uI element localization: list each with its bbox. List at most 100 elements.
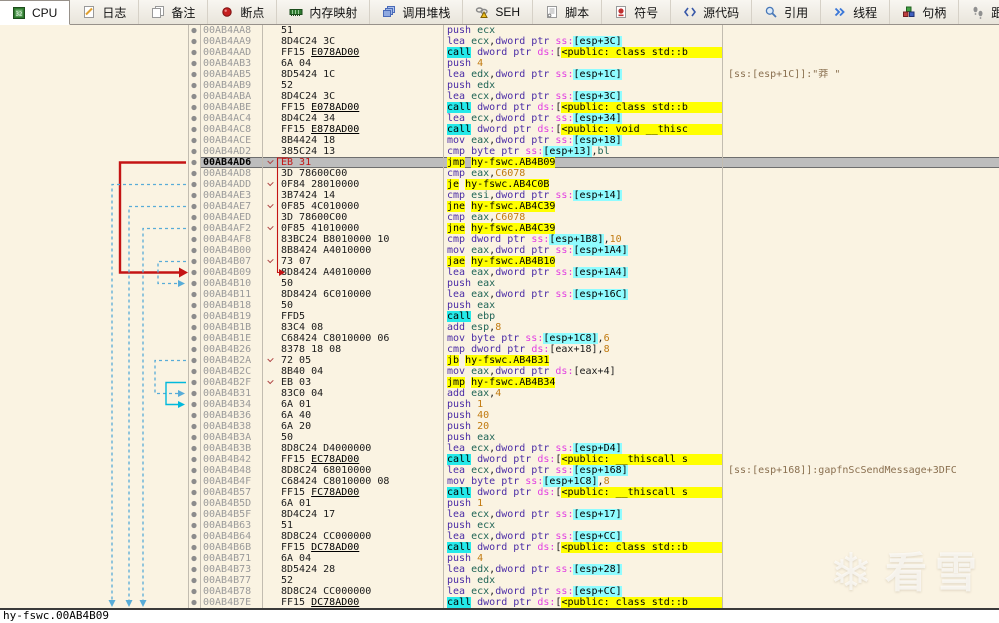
breakpoint-dot[interactable] bbox=[191, 335, 197, 342]
tab-script[interactable]: 脚本 bbox=[533, 0, 603, 24]
breakpoint-dot[interactable] bbox=[191, 60, 197, 67]
breakpoint-dot[interactable] bbox=[191, 412, 197, 419]
disasm-row[interactable]: 00AB4B1E C68424 C8010000 06 mov byte ptr s… bbox=[200, 333, 999, 344]
disasm-row[interactable]: 00AB4B63 51 push ecx bbox=[200, 520, 999, 531]
disasm-row[interactable]: 00AB4ADD 0F84 28010000 je hy-fswc.AB4C0B bbox=[200, 179, 999, 190]
disasm-row[interactable]: 00AB4B42 FF15 EC78AD00 call dword ptr ds:[… bbox=[200, 454, 999, 465]
disasm-row[interactable]: 00AB4AF8 83BC24 B8010000 10 cmp dword ptr … bbox=[200, 234, 999, 245]
breakpoint-dot[interactable] bbox=[191, 258, 197, 265]
tab-breakpoints[interactable]: 断点 bbox=[208, 0, 278, 24]
breakpoint-dot[interactable] bbox=[191, 467, 197, 474]
disasm-row[interactable]: 00AB4B64 8D8C24 CC000000 lea ecx,dword ptr… bbox=[200, 531, 999, 542]
disasm-row[interactable]: 00AB4B1B 83C4 08 add esp,8 bbox=[200, 322, 999, 333]
disasm-row[interactable]: 00AB4B11 8D8424 6C010000 lea eax,dword ptr… bbox=[200, 289, 999, 300]
breakpoint-dot[interactable] bbox=[191, 401, 197, 408]
breakpoint-dot[interactable] bbox=[191, 357, 197, 364]
disasm-row[interactable]: 00AB4AD6 EB 31 jmp hy-fswc.AB4B09 bbox=[200, 157, 999, 168]
disasm-row[interactable]: 00AB4AD2 385C24 13 cmp byte ptr ss:[esp+13… bbox=[200, 146, 999, 157]
breakpoint-dot[interactable] bbox=[191, 390, 197, 397]
disasm-row[interactable]: 00AB4ABA 8D4C24 3C lea ecx,dword ptr ss:[e… bbox=[200, 91, 999, 102]
disasm-row[interactable]: 00AB4AB9 52 push edx bbox=[200, 80, 999, 91]
disasm-row[interactable]: 00AB4B2A 72 05 jb hy-fswc.AB4B31 bbox=[200, 355, 999, 366]
disasm-row[interactable]: 00AB4AF2 0F85 41010000 jne hy-fswc.AB4C39 bbox=[200, 223, 999, 234]
breakpoint-dot[interactable] bbox=[191, 478, 197, 485]
breakpoint-dot[interactable] bbox=[191, 115, 197, 122]
tab-cpu[interactable]: 32 CPU bbox=[0, 0, 71, 25]
tab-memory-map[interactable]: 内存映射 bbox=[277, 0, 371, 24]
breakpoint-dot[interactable] bbox=[191, 423, 197, 430]
breakpoint-dot[interactable] bbox=[191, 522, 197, 529]
breakpoint-dot[interactable] bbox=[191, 214, 197, 221]
breakpoint-dot[interactable] bbox=[191, 247, 197, 254]
breakpoint-dot[interactable] bbox=[191, 324, 197, 331]
breakpoint-dot[interactable] bbox=[191, 170, 197, 177]
disasm-row[interactable]: 00AB4B3B 8D8C24 D4000000 lea ecx,dword ptr… bbox=[200, 443, 999, 454]
breakpoint-dot[interactable] bbox=[191, 599, 197, 606]
disasm-row[interactable]: 00AB4AB5 8D5424 1C lea edx,dword ptr ss:[e… bbox=[200, 69, 999, 80]
disasm-row[interactable]: 00AB4ABE FF15 E078AD00 call dword ptr ds:[… bbox=[200, 102, 999, 113]
breakpoint-dot[interactable] bbox=[191, 445, 197, 452]
breakpoint-dot[interactable] bbox=[191, 126, 197, 133]
tab-handles[interactable]: 句柄 bbox=[890, 0, 960, 24]
tab-notes[interactable]: 备注 bbox=[139, 0, 209, 24]
breakpoint-dot[interactable] bbox=[191, 511, 197, 518]
disasm-row[interactable]: 00AB4B57 FF15 FC78AD00 call dword ptr ds:[… bbox=[200, 487, 999, 498]
breakpoint-dot[interactable] bbox=[191, 346, 197, 353]
disasm-row[interactable]: 00AB4AC4 8D4C24 34 lea ecx,dword ptr ss:[e… bbox=[200, 113, 999, 124]
breakpoint-dot[interactable] bbox=[191, 302, 197, 309]
disasm-row[interactable]: 00AB4AA9 8D4C24 3C lea ecx,dword ptr ss:[e… bbox=[200, 36, 999, 47]
breakpoint-dot[interactable] bbox=[191, 148, 197, 155]
disasm-row[interactable]: 00AB4B09 8D8424 A4010000 lea eax,dword ptr… bbox=[200, 267, 999, 278]
disasm-row[interactable]: 00AB4B31 83C0 04 add eax,4 bbox=[200, 388, 999, 399]
disasm-row[interactable]: 00AB4B00 8B8424 A4010000 mov eax,dword ptr… bbox=[200, 245, 999, 256]
disasm-row[interactable]: 00AB4AE3 3B7424 14 cmp esi,dword ptr ss:[e… bbox=[200, 190, 999, 201]
disasm-row[interactable]: 00AB4B5F 8D4C24 17 lea ecx,dword ptr ss:[e… bbox=[200, 509, 999, 520]
breakpoint-dot[interactable] bbox=[191, 181, 197, 188]
breakpoint-dot[interactable] bbox=[191, 588, 197, 595]
disasm-row[interactable]: 00AB4AA8 51 push ecx bbox=[200, 25, 999, 36]
breakpoint-dot[interactable] bbox=[191, 500, 197, 507]
disasm-row[interactable]: 00AB4AE7 0F85 4C010000 jne hy-fswc.AB4C39 bbox=[200, 201, 999, 212]
breakpoint-dot[interactable] bbox=[191, 159, 197, 166]
disasm-row[interactable]: 00AB4B10 50 push eax bbox=[200, 278, 999, 289]
disasm-row[interactable]: 00AB4B2C 8B40 04 mov eax,dword ptr ds:[eax… bbox=[200, 366, 999, 377]
breakpoint-dot[interactable] bbox=[191, 49, 197, 56]
disasm-row[interactable]: 00AB4B2F EB 03 jmp hy-fswc.AB4B34 bbox=[200, 377, 999, 388]
breakpoint-dot[interactable] bbox=[191, 203, 197, 210]
tab-threads[interactable]: 线程 bbox=[821, 0, 891, 24]
breakpoint-dot[interactable] bbox=[191, 544, 197, 551]
breakpoint-dot[interactable] bbox=[191, 489, 197, 496]
disasm-row[interactable]: 00AB4B48 8D8C24 68010000 lea ecx,dword ptr… bbox=[200, 465, 999, 476]
disasm-row[interactable]: 00AB4AAD FF15 E078AD00 call dword ptr ds:[… bbox=[200, 47, 999, 58]
tab-seh[interactable]: SEH bbox=[463, 0, 534, 24]
disasm-row[interactable]: 00AB4B34 6A 01 push 1 bbox=[200, 399, 999, 410]
breakpoint-dot[interactable] bbox=[191, 566, 197, 573]
breakpoint-dot[interactable] bbox=[191, 93, 197, 100]
tab-symbols[interactable]: 符号 bbox=[602, 0, 672, 24]
disasm-row[interactable]: 00AB4AD8 3D 78600C00 cmp eax,C6078 bbox=[200, 168, 999, 179]
disasm-row[interactable]: 00AB4ACE 8B4424 18 mov eax,dword ptr ss:[e… bbox=[200, 135, 999, 146]
disasm-row[interactable]: 00AB4B36 6A 40 push 40 bbox=[200, 410, 999, 421]
disasm-row[interactable]: 00AB4B4F C68424 C8010000 08 mov byte ptr s… bbox=[200, 476, 999, 487]
disasm-row[interactable]: 00AB4B19 FFD5 call ebp bbox=[200, 311, 999, 322]
breakpoint-dot[interactable] bbox=[191, 434, 197, 441]
breakpoint-dot[interactable] bbox=[191, 368, 197, 375]
disasm-row[interactable]: 00AB4B26 8378 18 08 cmp dword ptr ds:[eax+… bbox=[200, 344, 999, 355]
breakpoint-dot[interactable] bbox=[191, 104, 197, 111]
disasm-row[interactable]: 00AB4B18 50 push eax bbox=[200, 300, 999, 311]
breakpoint-dot[interactable] bbox=[191, 269, 197, 276]
breakpoint-dot[interactable] bbox=[191, 555, 197, 562]
tab-trace[interactable]: 跟踪 bbox=[959, 0, 999, 24]
breakpoint-dot[interactable] bbox=[191, 82, 197, 89]
tab-call-stack[interactable]: 调用堆栈 bbox=[370, 0, 464, 24]
breakpoint-dot[interactable] bbox=[191, 192, 197, 199]
disasm-row[interactable]: 00AB4B07 73 07 jae hy-fswc.AB4B10 bbox=[200, 256, 999, 267]
breakpoint-dot[interactable] bbox=[191, 38, 197, 45]
disasm-row[interactable]: 00AB4B5D 6A 01 push 1 bbox=[200, 498, 999, 509]
breakpoint-dot[interactable] bbox=[191, 313, 197, 320]
tab-references[interactable]: 引用 bbox=[752, 0, 822, 24]
breakpoint-dot[interactable] bbox=[191, 577, 197, 584]
breakpoint-dot[interactable] bbox=[191, 379, 197, 386]
breakpoint-dot[interactable] bbox=[191, 456, 197, 463]
tab-log[interactable]: 日志 bbox=[70, 0, 140, 24]
